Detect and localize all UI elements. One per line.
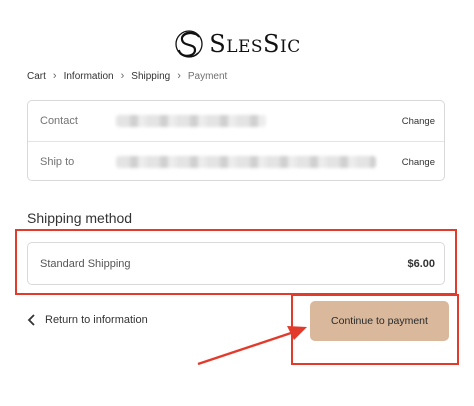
ship-to-label: Ship to [40,156,75,168]
shipping-option-name: Standard Shipping [40,257,131,270]
ship-to-value-redacted [116,156,376,168]
brand-monogram-icon [175,30,203,58]
contact-value-redacted [116,115,266,127]
annotation-arrow-icon [197,326,307,366]
change-contact-link[interactable]: Change [402,116,435,127]
chevron-right-icon: › [120,70,125,82]
return-to-information-link[interactable]: Return to information [27,314,148,326]
ship-to-row: Ship to Change [28,141,444,182]
change-ship-to-link[interactable]: Change [402,157,435,168]
contact-label: Contact [40,115,78,127]
shipping-option[interactable]: Standard Shipping $6.00 [27,242,445,285]
shipping-option-price: $6.00 [407,257,435,270]
breadcrumb-payment: Payment [187,70,228,82]
breadcrumb: Cart › Information › Shipping › Payment [27,70,227,82]
brand-logo[interactable]: SlesSic [0,28,474,60]
continue-to-payment-button[interactable]: Continue to payment [310,301,449,341]
chevron-left-icon [27,314,35,326]
shipping-method-heading: Shipping method [27,210,133,226]
breadcrumb-information[interactable]: Information [64,71,114,82]
chevron-right-icon: › [177,70,181,82]
contact-row: Contact Change [28,101,444,141]
chevron-right-icon: › [52,70,57,82]
brand-name: SlesSic [209,30,301,58]
breadcrumb-cart[interactable]: Cart [27,71,46,82]
return-link-label: Return to information [45,314,148,326]
breadcrumb-shipping: Shipping [131,70,171,82]
review-box: Contact Change Ship to Change [27,100,445,181]
